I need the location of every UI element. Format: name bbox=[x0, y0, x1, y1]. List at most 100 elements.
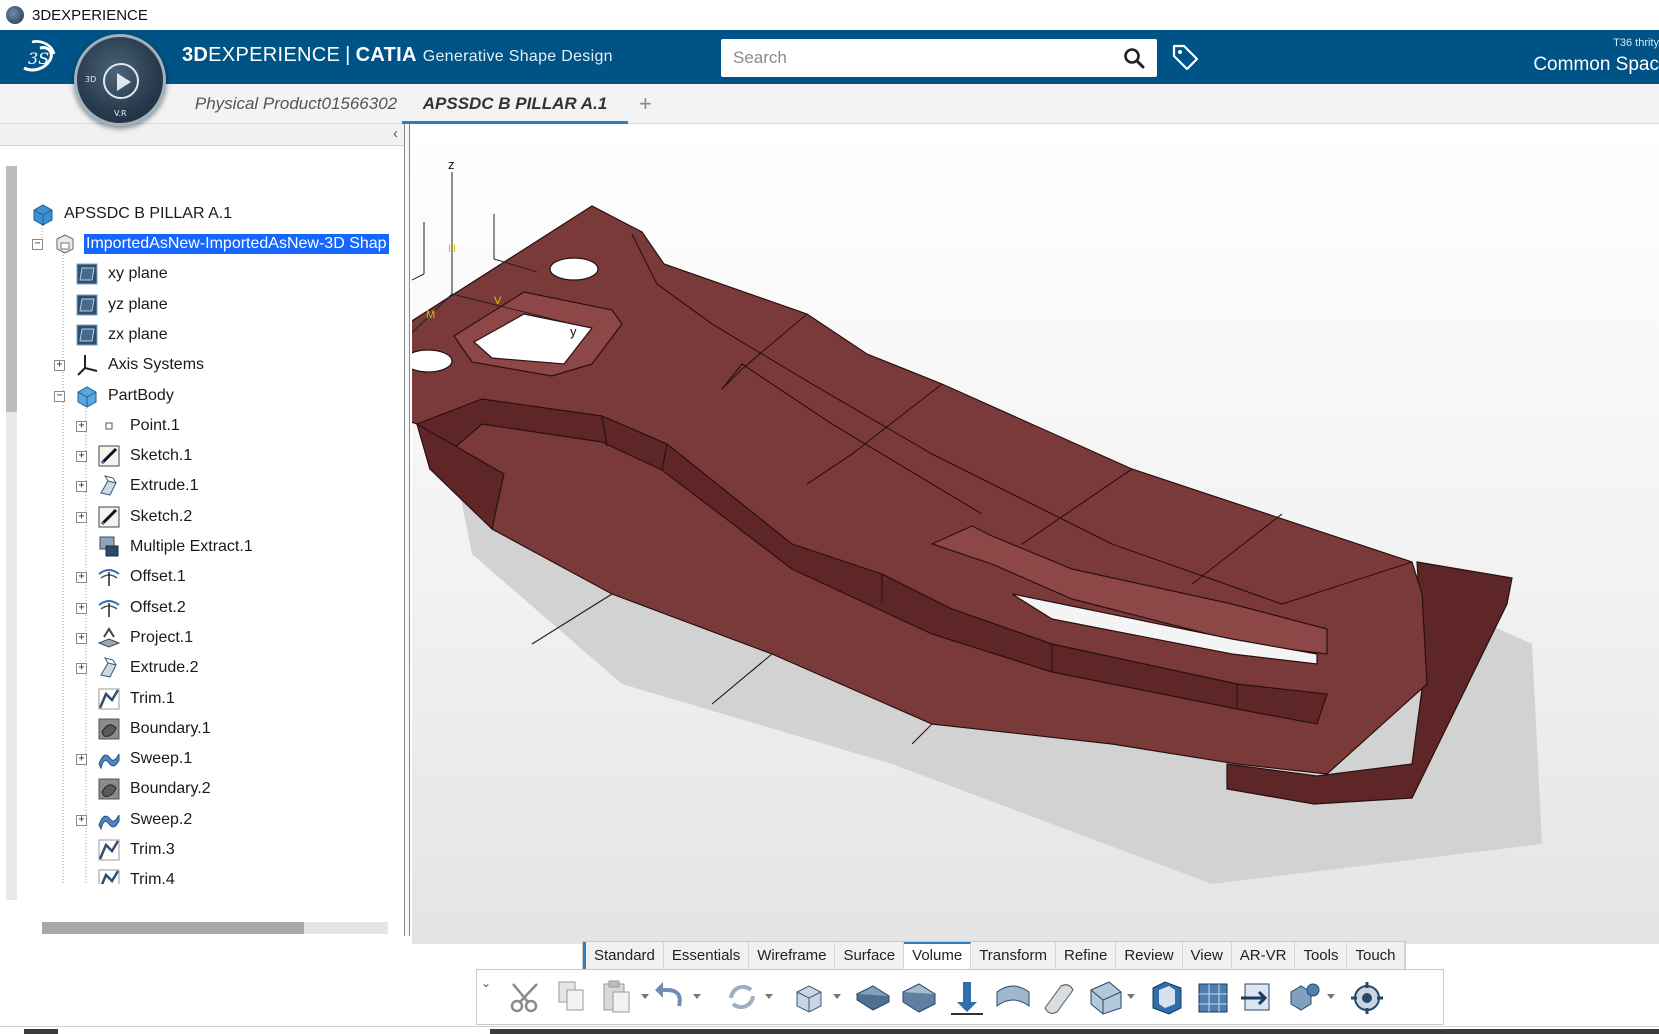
expand-node-icon[interactable]: + bbox=[76, 754, 87, 766]
settings-icon[interactable] bbox=[1347, 978, 1387, 1018]
mounting-hole-top[interactable] bbox=[549, 257, 599, 281]
split-volume-icon[interactable] bbox=[1239, 978, 1279, 1018]
sew-surface-icon[interactable] bbox=[993, 978, 1033, 1018]
tree-item-label: Sketch.1 bbox=[130, 447, 193, 465]
add-tab-button[interactable]: + bbox=[639, 84, 652, 124]
section-tab-refine[interactable]: Refine bbox=[1056, 942, 1117, 969]
command-dropdown-arrow[interactable] bbox=[1127, 994, 1135, 999]
expand-node-icon[interactable]: + bbox=[76, 451, 87, 463]
compass-play-icon[interactable] bbox=[103, 63, 139, 99]
command-dropdown-arrow[interactable] bbox=[693, 994, 701, 999]
update-icon[interactable] bbox=[723, 978, 763, 1018]
tree-vertical-scrollbar[interactable] bbox=[6, 166, 17, 900]
tree-item-sketch-1[interactable]: Sketch.1 bbox=[96, 442, 194, 470]
section-tab-wireframe[interactable]: Wireframe bbox=[749, 942, 836, 969]
expand-node-icon[interactable]: + bbox=[54, 360, 65, 372]
tree-item-xy-plane[interactable]: xy plane bbox=[74, 260, 170, 288]
paste-icon[interactable] bbox=[599, 978, 639, 1018]
tree-item-point-1[interactable]: Point.1 bbox=[96, 412, 182, 440]
tree-item-offset-2[interactable]: Offset.2 bbox=[96, 594, 188, 622]
tree-item-trim-1[interactable]: Trim.1 bbox=[96, 685, 177, 713]
tree-item-sweep-2[interactable]: Sweep.2 bbox=[96, 806, 194, 834]
undo-icon[interactable] bbox=[651, 978, 691, 1018]
tree-item-boundary-2[interactable]: Boundary.2 bbox=[96, 775, 213, 803]
tree-item-sweep-1[interactable]: Sweep.1 bbox=[96, 745, 194, 773]
user-name[interactable]: T36 thrity bbox=[1613, 37, 1659, 49]
search-icon[interactable] bbox=[1123, 47, 1145, 69]
section-tab-essentials[interactable]: Essentials bbox=[664, 942, 750, 969]
tag-icon[interactable] bbox=[1170, 42, 1200, 72]
section-tab-volume[interactable]: Volume bbox=[904, 942, 972, 969]
tree-item-sketch-2[interactable]: Sketch.2 bbox=[96, 503, 194, 531]
search-input[interactable] bbox=[721, 39, 1111, 77]
tree-viewport: APSSDC B PILLAR A.1 ImportedAsNew-Import… bbox=[0, 124, 400, 884]
cut-icon[interactable] bbox=[507, 978, 547, 1018]
action-bar-toggle[interactable]: ⌄ bbox=[481, 976, 491, 990]
section-tab-ar-vr[interactable]: AR-VR bbox=[1232, 942, 1296, 969]
expand-node-icon[interactable]: + bbox=[76, 814, 87, 826]
extrude-volume-icon[interactable] bbox=[791, 978, 831, 1018]
tree-item-partbody[interactable]: PartBody bbox=[74, 382, 176, 410]
3d-model-view[interactable]: z x y H V M bbox=[412, 124, 1659, 944]
tree-item-extrude-2[interactable]: Extrude.2 bbox=[96, 654, 200, 682]
tree-item-importedasnew-importedasnew-3d-shap[interactable]: ImportedAsNew-ImportedAsNew-3D Shap bbox=[52, 230, 389, 258]
panel-splitter[interactable] bbox=[404, 124, 410, 936]
expand-node-icon[interactable]: + bbox=[76, 632, 87, 644]
expand-node-icon[interactable]: + bbox=[76, 663, 87, 675]
tree-item-yz-plane[interactable]: yz plane bbox=[74, 291, 170, 319]
section-tab-standard[interactable]: Standard bbox=[583, 942, 664, 969]
command-dropdown-arrow[interactable] bbox=[1327, 994, 1335, 999]
expand-node-icon[interactable]: + bbox=[76, 602, 87, 614]
tree-vertical-scroll-thumb[interactable] bbox=[6, 166, 17, 412]
fillet-icon[interactable] bbox=[1039, 978, 1079, 1018]
command-dropdown-arrow[interactable] bbox=[641, 994, 649, 999]
tree-horizontal-scroll-thumb[interactable] bbox=[42, 922, 304, 934]
shell-icon[interactable] bbox=[1147, 978, 1187, 1018]
section-tab-transform[interactable]: Transform bbox=[971, 942, 1056, 969]
close-surface-icon[interactable] bbox=[899, 978, 939, 1018]
assemble-icon[interactable] bbox=[1285, 978, 1325, 1018]
mounting-hole-left[interactable] bbox=[412, 349, 453, 373]
section-tab-tools[interactable]: Tools bbox=[1295, 942, 1348, 969]
search-box bbox=[721, 39, 1157, 77]
copy-icon[interactable] bbox=[553, 978, 593, 1018]
axis-marker-m: M bbox=[426, 309, 435, 321]
play-triangle bbox=[117, 73, 131, 91]
section-tab-review[interactable]: Review bbox=[1116, 942, 1183, 969]
collaborative-space-name[interactable]: Common Spac bbox=[1533, 54, 1659, 76]
action-bar: ⌄ bbox=[476, 969, 1444, 1025]
expand-node-icon[interactable]: + bbox=[76, 572, 87, 584]
tree-item-boundary-1[interactable]: Boundary.1 bbox=[96, 715, 213, 743]
tree-item-offset-1[interactable]: Offset.1 bbox=[96, 563, 188, 591]
thick-surface-icon[interactable] bbox=[853, 978, 893, 1018]
tree-item-extrude-1[interactable]: Extrude.1 bbox=[96, 472, 200, 500]
tree-root[interactable]: APSSDC B PILLAR A.1 bbox=[30, 200, 234, 228]
tree-item-project-1[interactable]: Project.1 bbox=[96, 624, 195, 652]
section-tab-touch[interactable]: Touch bbox=[1347, 942, 1405, 969]
section-tab-surface[interactable]: Surface bbox=[835, 942, 905, 969]
tree-item-multiple-extract-1[interactable]: Multiple Extract.1 bbox=[96, 533, 255, 561]
tab-apssdc-b-pillar[interactable]: APSSDC B PILLAR A.1 bbox=[402, 84, 628, 124]
draft-icon[interactable] bbox=[947, 978, 987, 1018]
command-dropdown-arrow[interactable] bbox=[833, 994, 841, 999]
tree-item-trim-4[interactable]: Trim.4 bbox=[96, 866, 177, 884]
status-strip-block-left bbox=[24, 1029, 58, 1034]
collapse-node-icon[interactable]: − bbox=[32, 239, 43, 250]
3d-viewport[interactable]: z x y H V M bbox=[412, 124, 1659, 944]
tree-horizontal-scrollbar[interactable] bbox=[42, 922, 388, 934]
tree-item-trim-3[interactable]: Trim.3 bbox=[96, 836, 177, 864]
boolean-icon[interactable] bbox=[1193, 978, 1233, 1018]
expand-node-icon[interactable]: + bbox=[76, 481, 87, 493]
section-tab-view[interactable]: View bbox=[1183, 942, 1232, 969]
tree-item-axis-systems[interactable]: Axis Systems bbox=[74, 351, 206, 379]
expand-node-icon[interactable]: + bbox=[76, 511, 87, 523]
expand-node-icon[interactable]: + bbox=[76, 420, 87, 432]
volume-block-icon[interactable] bbox=[1085, 978, 1125, 1018]
tree-item-label: Sweep.2 bbox=[130, 810, 193, 828]
tab-physical-product[interactable]: Physical Product01566302 bbox=[192, 84, 400, 124]
compass-widget[interactable]: 3D V.R bbox=[74, 34, 166, 126]
command-dropdown-arrow[interactable] bbox=[765, 994, 773, 999]
ds-logo-icon[interactable]: 3S bbox=[18, 38, 62, 76]
collapse-node-icon[interactable]: − bbox=[54, 390, 65, 402]
tree-item-zx-plane[interactable]: zx plane bbox=[74, 321, 170, 349]
